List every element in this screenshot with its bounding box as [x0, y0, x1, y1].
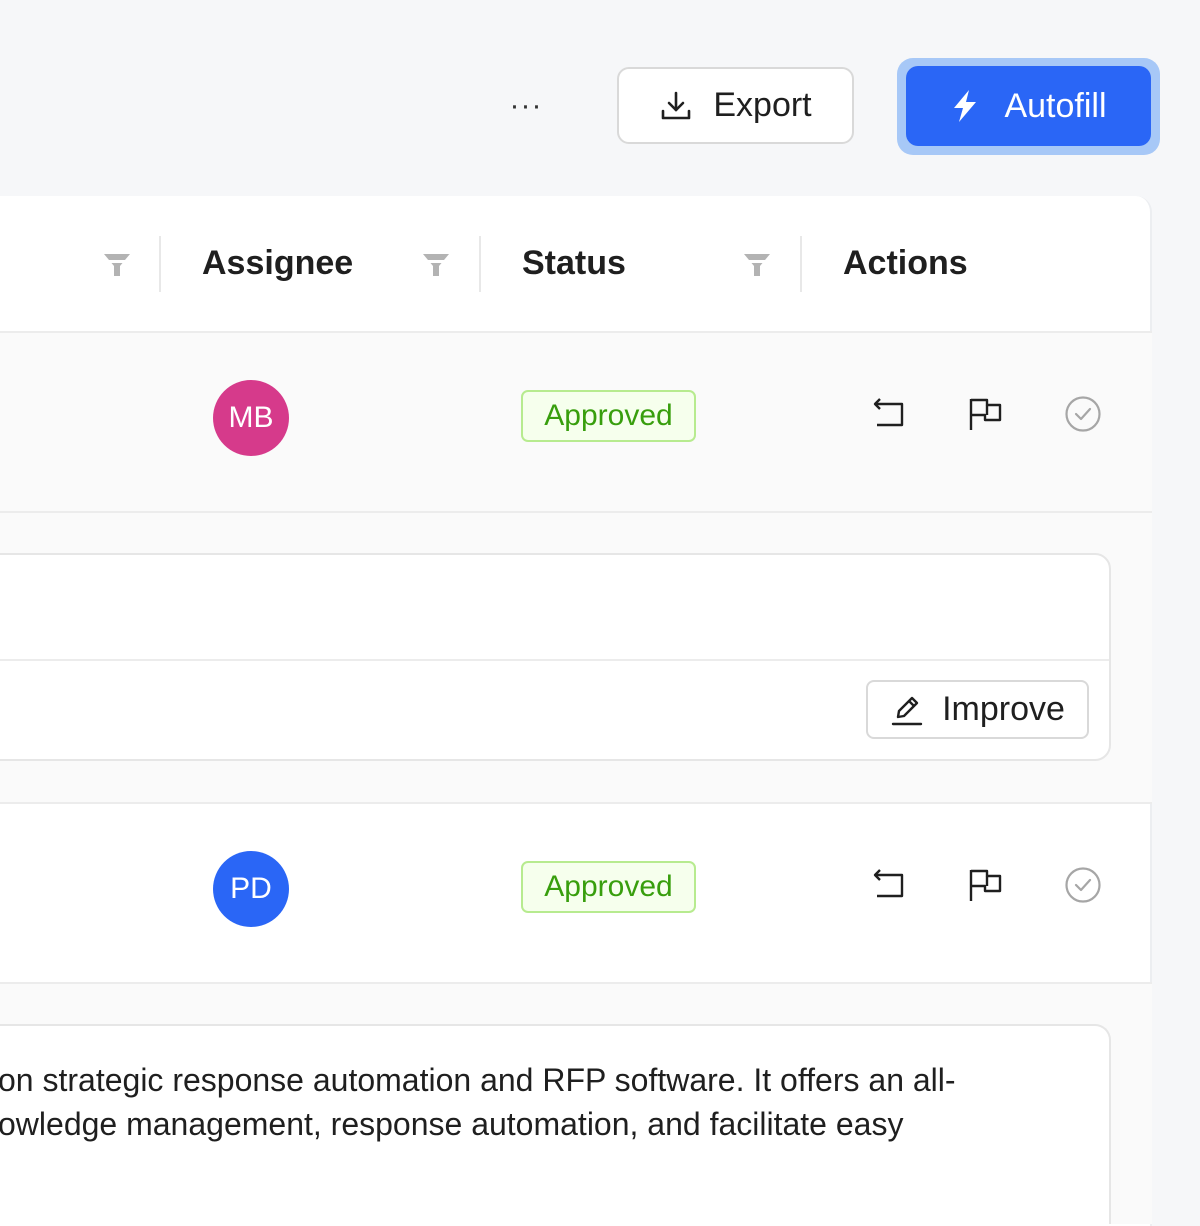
status-badge: Approved [521, 390, 696, 442]
column-separator [479, 236, 481, 292]
answer-text-line: on strategic response automation and RFP… [0, 1062, 956, 1098]
avatar[interactable]: PD [213, 851, 289, 927]
column-header-assignee: Assignee [202, 244, 354, 282]
lightning-icon [954, 90, 977, 122]
check-circle-icon[interactable] [1063, 394, 1103, 434]
answer-card-divider [0, 659, 1109, 661]
row-divider [0, 802, 1152, 804]
avatar[interactable]: MB [213, 380, 289, 456]
edit-icon [891, 696, 923, 725]
check-circle-icon[interactable] [1063, 865, 1103, 905]
export-label: Export [713, 86, 812, 124]
flag-icon[interactable] [965, 394, 1005, 434]
answer-text[interactable]: on strategic response automation and RFP… [0, 1058, 1108, 1146]
export-button[interactable]: Export [617, 67, 854, 144]
autofill-label: Autofill [1004, 86, 1107, 125]
flag-icon[interactable] [965, 865, 1005, 905]
filter-icon[interactable] [103, 252, 131, 278]
status-badge: Approved [521, 861, 696, 913]
undo-icon[interactable] [868, 394, 908, 434]
column-separator [800, 236, 802, 292]
column-header-status: Status [522, 244, 626, 282]
column-separator [159, 236, 161, 292]
autofill-button[interactable]: Autofill [906, 66, 1151, 146]
undo-icon[interactable] [868, 865, 908, 905]
answer-text-line: owledge management, response automation,… [0, 1106, 904, 1142]
ellipsis-icon: ··· [509, 89, 543, 122]
more-options-button[interactable]: ··· [500, 82, 552, 130]
filter-icon[interactable] [422, 252, 450, 278]
improve-button[interactable]: Improve [866, 680, 1089, 739]
filter-icon[interactable] [743, 252, 771, 278]
improve-label: Improve [942, 690, 1065, 728]
download-icon [662, 91, 691, 119]
column-header-actions: Actions [843, 244, 968, 282]
